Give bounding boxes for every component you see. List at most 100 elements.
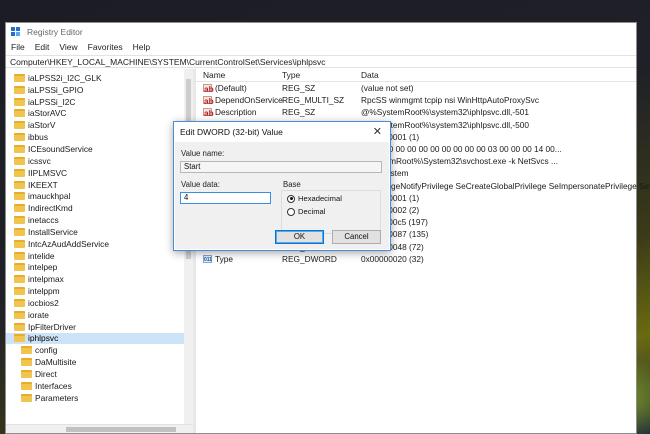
column-header-name[interactable]: Name <box>203 70 225 80</box>
hexadecimal-label: Hexadecimal <box>298 194 342 203</box>
tree-item-iphlpsvc[interactable]: iphlpsvc <box>6 332 193 345</box>
window-title: Registry Editor <box>27 26 83 37</box>
tree-item-label: IIPLMSVC <box>28 167 68 178</box>
tree-item-ibbus[interactable]: ibbus <box>6 131 193 143</box>
tree-item-intcazaudaddservice[interactable]: IntcAzAudAddService <box>6 238 193 250</box>
folder-icon <box>14 251 25 260</box>
tree-item-label: iaLPSS2i_I2C_GLK <box>28 72 102 83</box>
value-name-label: Value name: <box>181 149 225 158</box>
value-data: @%SystemRoot%\system32\iphlpsvc.dll,-501 <box>361 107 529 118</box>
folder-icon <box>14 287 25 296</box>
tree-item-intelppm[interactable]: intelppm <box>6 285 193 297</box>
value-row[interactable]: 011 Type REG_DWORD 0x00000020 (32) <box>196 253 636 265</box>
folder-icon <box>14 310 25 319</box>
tree-subitem-interfaces[interactable]: Interfaces <box>6 380 193 392</box>
title-bar: Registry Editor <box>6 23 636 40</box>
decimal-label: Decimal <box>298 207 326 216</box>
close-icon[interactable]: ✕ <box>373 125 382 138</box>
value-row[interactable]: ab Description REG_SZ @%SystemRoot%\system3… <box>196 106 636 118</box>
tree-item-installservice[interactable]: InstallService <box>6 226 193 238</box>
tree-subitem-parameters[interactable]: Parameters <box>6 392 193 404</box>
value-name-cell: ab (Default) <box>203 83 247 93</box>
tree-item-imauckhpal[interactable]: imauckhpal <box>6 190 193 202</box>
tree-item-ialpss2i-i2c-glk[interactable]: iaLPSS2i_I2C_GLK <box>6 72 193 84</box>
tree-item-intelpmax[interactable]: intelpmax <box>6 273 193 285</box>
folder-icon <box>14 192 25 201</box>
menu-favorites[interactable]: Favorites <box>88 42 123 52</box>
tree-subitem-label: config <box>35 345 58 356</box>
value-row[interactable]: ab DependOnService REG_MULTI_SZ RpcSS winmg… <box>196 94 636 106</box>
value-name: (Default) <box>215 83 247 94</box>
tree-hscroll-thumb[interactable] <box>66 427 176 432</box>
tree-items: iaLPSS2i_I2C_GLK iaLPSSi_GPIO iaLPSSi_I2C i… <box>6 69 193 404</box>
menu-edit[interactable]: Edit <box>35 42 50 52</box>
tree-subitem-damultisite[interactable]: DaMultisite <box>6 356 193 368</box>
tree-item-indirectkmd[interactable]: IndirectKmd <box>6 202 193 214</box>
value-data: (value not set) <box>361 83 414 94</box>
tree-horizontal-scrollbar[interactable] <box>6 424 193 433</box>
tree-subitem-direct[interactable]: Direct <box>6 368 193 380</box>
folder-icon <box>14 144 25 153</box>
tree-item-label: iphlpsvc <box>28 333 59 344</box>
tree-item-iiplmsvc[interactable]: IIPLMSVC <box>6 167 193 179</box>
value-name-cell: ab Description <box>203 107 257 119</box>
value-row[interactable]: ab (Default) REG_SZ (value not set) <box>196 82 636 94</box>
value-data-field[interactable]: 4 <box>180 192 271 204</box>
decimal-radio-icon[interactable] <box>287 207 295 216</box>
folder-icon <box>14 334 25 343</box>
folder-icon <box>14 227 25 236</box>
folder-icon <box>14 263 25 272</box>
tree-item-ialpssi-i2c[interactable]: iaLPSSi_I2C <box>6 96 193 108</box>
tree-item-label: IndirectKmd <box>28 203 73 214</box>
tree-item-intelpep[interactable]: intelpep <box>6 262 193 274</box>
tree-item-label: iorate <box>28 309 49 320</box>
cancel-button[interactable]: Cancel <box>332 230 381 244</box>
hexadecimal-radio-icon[interactable] <box>287 194 295 203</box>
tree-item-label: IntcAzAudAddService <box>28 238 110 249</box>
tree-item-icssvc[interactable]: icssvc <box>6 155 193 167</box>
tree-item-label: iaStorV <box>28 120 56 131</box>
tree-item-label: IpFilterDriver <box>28 321 76 332</box>
folder-icon <box>14 180 25 189</box>
folder-icon <box>14 121 25 130</box>
tree-item-icesoundservice[interactable]: ICEsoundService <box>6 143 193 155</box>
folder-icon <box>14 97 25 106</box>
column-header-type[interactable]: Type <box>282 70 300 80</box>
string-value-icon: ab <box>203 108 214 119</box>
decimal-radio[interactable]: Decimal <box>287 207 325 216</box>
folder-icon <box>14 216 25 225</box>
folder-icon <box>14 168 25 177</box>
tree-item-inetaccs[interactable]: inetaccs <box>6 214 193 226</box>
tree-item-label: intelppm <box>28 286 60 297</box>
tree-item-label: IKEEXT <box>28 179 58 190</box>
binary-value-icon: 011 <box>203 254 213 263</box>
registry-app-icon <box>11 26 21 37</box>
tree-item-ipfilterdriver[interactable]: IpFilterDriver <box>6 321 193 333</box>
tree-item-label: iaLPSSi_I2C <box>28 96 76 107</box>
value-name: Description <box>215 107 257 118</box>
tree-item-iorate[interactable]: iorate <box>6 309 193 321</box>
menu-help[interactable]: Help <box>133 42 150 52</box>
key-tree[interactable]: iaLPSS2i_I2C_GLK iaLPSSi_GPIO iaLPSSi_I2C i… <box>6 69 196 433</box>
value-type: REG_SZ <box>282 83 316 94</box>
folder-icon <box>14 239 25 248</box>
menu-view[interactable]: View <box>59 42 77 52</box>
column-header-data[interactable]: Data <box>361 70 379 80</box>
hexadecimal-radio[interactable]: Hexadecimal <box>287 194 342 203</box>
tree-item-ialpssi-gpio[interactable]: iaLPSSi_GPIO <box>6 84 193 96</box>
value-name-field[interactable]: Start <box>180 161 382 173</box>
tree-item-ikeext[interactable]: IKEEXT <box>6 179 193 191</box>
folder-icon <box>21 393 32 402</box>
menu-file[interactable]: File <box>11 42 25 52</box>
tree-item-iocbios2[interactable]: iocbios2 <box>6 297 193 309</box>
tree-subitem-config[interactable]: config <box>6 344 193 356</box>
tree-item-intelide[interactable]: intelide <box>6 250 193 262</box>
ok-button[interactable]: OK <box>275 230 324 244</box>
edit-dword-dialog: Edit DWORD (32-bit) Value ✕ Value name: … <box>173 121 391 251</box>
address-bar[interactable]: Computer\HKEY_LOCAL_MACHINE\SYSTEM\Curre… <box>6 55 636 68</box>
folder-icon <box>21 381 32 390</box>
folder-icon <box>14 322 25 331</box>
tree-item-iastorv[interactable]: iaStorV <box>6 119 193 131</box>
folder-icon <box>14 204 25 213</box>
tree-item-iastoravc[interactable]: iaStorAVC <box>6 108 193 120</box>
